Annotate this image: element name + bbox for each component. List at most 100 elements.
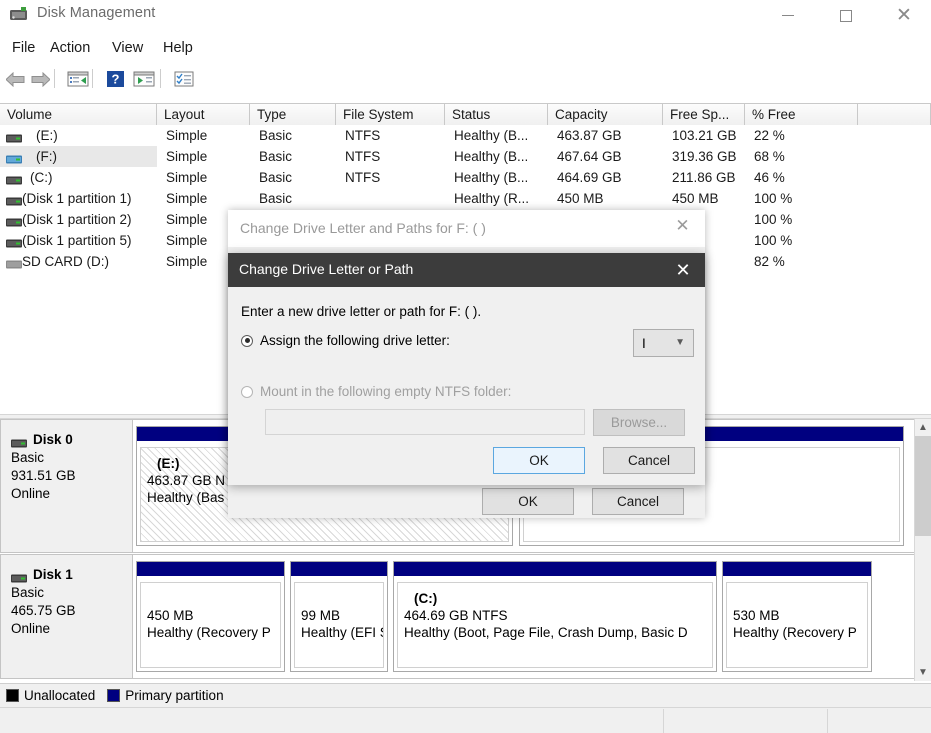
toolbar-separator: [160, 69, 161, 88]
legend-label-unallocated: Unallocated: [24, 688, 96, 703]
cell-type: Basic: [259, 191, 293, 206]
cell-file-system: NTFS: [345, 149, 381, 164]
cell-layout: Simple: [166, 149, 208, 164]
partition-block[interactable]: (C:) 464.69 GB NTFS Healthy (Boot, Page Fi…: [393, 561, 717, 672]
dialog-front-cancel-button[interactable]: Cancel: [603, 447, 695, 474]
dialog-back-ok-button[interactable]: OK: [482, 488, 574, 515]
partition-block[interactable]: 530 MB Healthy (Recovery P: [722, 561, 872, 672]
scrollbar-thumb[interactable]: [915, 436, 931, 536]
disk-name: Disk 1: [33, 567, 73, 582]
disk-info-panel[interactable]: Disk 1 Basic 465.75 GB Online: [0, 554, 133, 679]
column-header-free-space[interactable]: Free Sp...: [663, 104, 745, 125]
cell-volume: (F:): [0, 146, 157, 167]
table-row[interactable]: (C:) Simple Basic NTFS Healthy (B... 464.69 G…: [0, 167, 931, 188]
partition-size: 99 MB: [301, 608, 341, 623]
legend-label-primary-partition: Primary partition: [125, 688, 224, 703]
cell-volume: (Disk 1 partition 5): [22, 233, 132, 248]
cell-type: Basic: [259, 149, 293, 164]
drive-icon: [6, 215, 22, 227]
disk-management-icon: [9, 6, 29, 24]
graphical-view-scrollbar[interactable]: ▲ ▼: [914, 419, 931, 681]
disk-type: Basic: [11, 450, 45, 465]
cell-free-space: 103.21 GB: [672, 128, 737, 143]
column-header-percent-free[interactable]: % Free: [745, 104, 858, 125]
cell-percent-free: 68 %: [754, 149, 785, 164]
action-menu-icon[interactable]: [131, 66, 157, 92]
column-header-volume[interactable]: Volume: [0, 104, 157, 125]
cell-percent-free: 82 %: [754, 254, 785, 269]
cell-layout: Simple: [166, 170, 208, 185]
dialog-front-prompt: Enter a new drive letter or path for F: …: [241, 304, 482, 319]
cell-volume: (Disk 1 partition 2): [22, 212, 132, 227]
menu-action[interactable]: Action: [46, 39, 94, 57]
cell-status: Healthy (R...: [454, 191, 530, 206]
help-icon[interactable]: ?: [102, 66, 128, 92]
cell-file-system: NTFS: [345, 128, 381, 143]
cell-volume: SD CARD (D:): [22, 254, 109, 269]
assign-drive-letter-radio[interactable]: [241, 334, 253, 347]
svg-text:?: ?: [111, 72, 119, 87]
column-header-type[interactable]: Type: [250, 104, 336, 125]
mount-folder-radio-row[interactable]: Mount in the following empty NTFS folder…: [241, 384, 511, 399]
drive-icon: [6, 173, 22, 185]
close-button[interactable]: ✕: [881, 0, 927, 31]
disk-size: 931.51 GB: [11, 468, 76, 483]
column-header-capacity[interactable]: Capacity: [548, 104, 663, 125]
scroll-down-icon[interactable]: ▼: [915, 664, 931, 681]
cell-free-space: 450 MB: [672, 191, 719, 206]
disk-management-window: Disk Management ✕ File Action View Help: [0, 0, 931, 733]
menu-help[interactable]: Help: [159, 39, 197, 57]
partition-status: Healthy (Recovery P: [733, 625, 857, 640]
scroll-up-icon[interactable]: ▲: [915, 419, 931, 436]
drive-letter-value: I: [642, 335, 646, 351]
forward-arrow-icon[interactable]: [27, 66, 53, 92]
cell-capacity: 464.69 GB: [557, 170, 622, 185]
column-header-layout[interactable]: Layout: [157, 104, 250, 125]
cell-type: Basic: [259, 128, 293, 143]
back-arrow-icon[interactable]: [2, 66, 28, 92]
partition-block[interactable]: 450 MB Healthy (Recovery P: [136, 561, 285, 672]
dialog-front-close-icon[interactable]: ✕: [661, 253, 705, 287]
change-drive-letter-or-path-dialog: Change Drive Letter or Path ✕ Enter a ne…: [228, 253, 705, 485]
assign-drive-letter-radio-row[interactable]: Assign the following drive letter:: [241, 333, 450, 348]
drive-letter-dropdown[interactable]: I ▼: [633, 329, 694, 357]
partition-size: 530 MB: [733, 608, 780, 623]
partition-details: 450 MB Healthy (Recovery P: [140, 582, 281, 668]
dialog-front-ok-button[interactable]: OK: [493, 447, 585, 474]
volume-table-header: Volume Layout Type File System Status Ca…: [0, 103, 931, 125]
menu-bar: File Action View Help: [0, 36, 931, 63]
column-header-file-system[interactable]: File System: [336, 104, 445, 125]
minimize-button[interactable]: [765, 0, 811, 31]
mount-folder-radio[interactable]: [241, 385, 253, 398]
table-row[interactable]: (E:) Simple Basic NTFS Healthy (B... 463.87 G…: [0, 125, 931, 146]
legend-swatch-primary-partition: [107, 689, 121, 702]
menu-view[interactable]: View: [108, 39, 147, 57]
maximize-button[interactable]: [823, 0, 869, 31]
mount-path-input[interactable]: [265, 409, 585, 435]
disk-size: 465.75 GB: [11, 603, 76, 618]
disk-info-panel[interactable]: Disk 0 Basic 931.51 GB Online: [0, 419, 133, 553]
chevron-down-icon: ▼: [675, 337, 685, 348]
toolbar: ?: [0, 64, 931, 94]
dialog-back-cancel-button[interactable]: Cancel: [592, 488, 684, 515]
browse-button[interactable]: Browse...: [593, 409, 685, 436]
properties-icon[interactable]: [171, 66, 197, 92]
disk-row: Disk 1 Basic 465.75 GB Online 450 MB Healthy…: [0, 554, 915, 679]
column-header-blank[interactable]: [858, 104, 931, 125]
cell-layout: Simple: [166, 191, 208, 206]
cell-free-space: 319.36 GB: [672, 149, 737, 164]
drive-icon: [6, 194, 22, 206]
cell-capacity: 467.64 GB: [557, 149, 622, 164]
partition-status: Healthy (Boot, Page File, Crash Dump, Ba…: [404, 625, 688, 640]
partition-block[interactable]: 99 MB Healthy (EFI S: [290, 561, 388, 672]
column-header-status[interactable]: Status: [445, 104, 548, 125]
menu-file[interactable]: File: [8, 39, 39, 57]
dialog-back-close-icon[interactable]: ✕: [660, 210, 705, 242]
dialog-back-title: Change Drive Letter and Paths for F: ( ): [240, 220, 486, 236]
show-hide-console-tree-icon[interactable]: [65, 66, 91, 92]
table-row[interactable]: (F:) Simple Basic NTFS Healthy (B... 467.64 G…: [0, 146, 931, 167]
cell-capacity: 463.87 GB: [557, 128, 622, 143]
legend-swatch-unallocated: [6, 689, 19, 702]
drive-icon: [6, 152, 22, 164]
table-row[interactable]: (Disk 1 partition 1) Simple Basic Healthy (…: [0, 188, 931, 209]
